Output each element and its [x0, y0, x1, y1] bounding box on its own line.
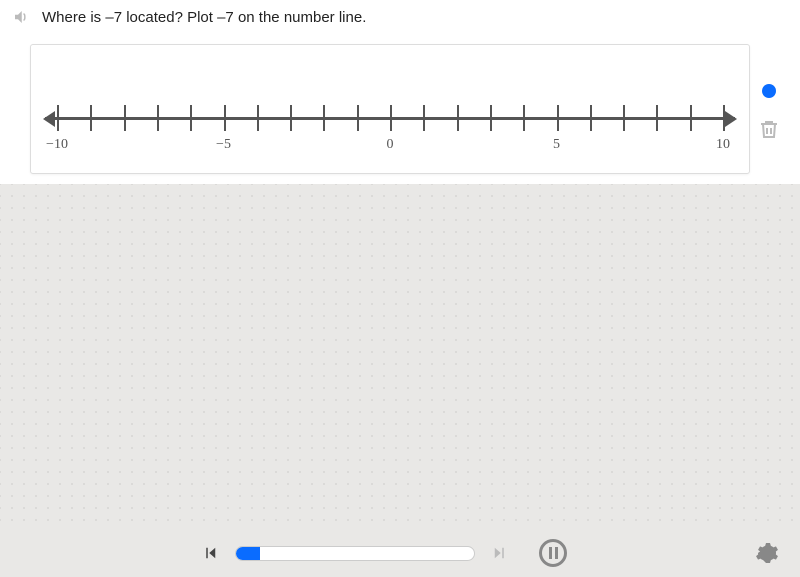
tick: [90, 105, 92, 131]
tick: [490, 105, 492, 131]
tick: [357, 105, 359, 131]
number-line[interactable]: −10 −5 0 5 10: [45, 65, 735, 155]
tick: [257, 105, 259, 131]
trash-icon[interactable]: [756, 116, 782, 142]
tick: [557, 105, 559, 131]
tick: [157, 105, 159, 131]
tick: [124, 105, 126, 131]
tick: [623, 105, 625, 131]
tick: [656, 105, 658, 131]
progress-bar[interactable]: [235, 546, 475, 561]
player-bar: [0, 529, 800, 577]
question-text: Where is –7 located? Plot –7 on the numb…: [42, 9, 366, 26]
tick: [457, 105, 459, 131]
previous-button[interactable]: [199, 542, 221, 564]
tick: [390, 105, 392, 131]
tick: [723, 105, 725, 131]
tick: [423, 105, 425, 131]
tick-container: −10−50510: [57, 105, 723, 135]
question-bar: Where is –7 located? Plot –7 on the numb…: [0, 0, 800, 34]
tick: [190, 105, 192, 131]
point-tool-button[interactable]: [762, 84, 776, 98]
plot-canvas[interactable]: −10 −5 0 5 10: [30, 44, 750, 174]
pause-icon: [549, 547, 558, 559]
tick: [224, 105, 226, 131]
tick-label: 0: [387, 137, 394, 153]
arrow-right-icon: [725, 111, 737, 127]
tick: [523, 105, 525, 131]
tick: [590, 105, 592, 131]
pause-button[interactable]: [539, 539, 567, 567]
progress-fill: [236, 547, 260, 560]
tool-panel: [748, 84, 790, 142]
tick: [290, 105, 292, 131]
tick: [690, 105, 692, 131]
tick: [323, 105, 325, 131]
tick-label: 10: [716, 137, 730, 153]
tick-label: 5: [553, 137, 560, 153]
tick-label: −10: [46, 137, 68, 153]
settings-button[interactable]: [754, 540, 780, 566]
next-button[interactable]: [489, 542, 511, 564]
tick: [57, 105, 59, 131]
speaker-icon[interactable]: [10, 6, 32, 28]
tick-label: −5: [216, 137, 231, 153]
background-area: [0, 184, 800, 529]
work-area: −10 −5 0 5 10: [0, 34, 800, 184]
